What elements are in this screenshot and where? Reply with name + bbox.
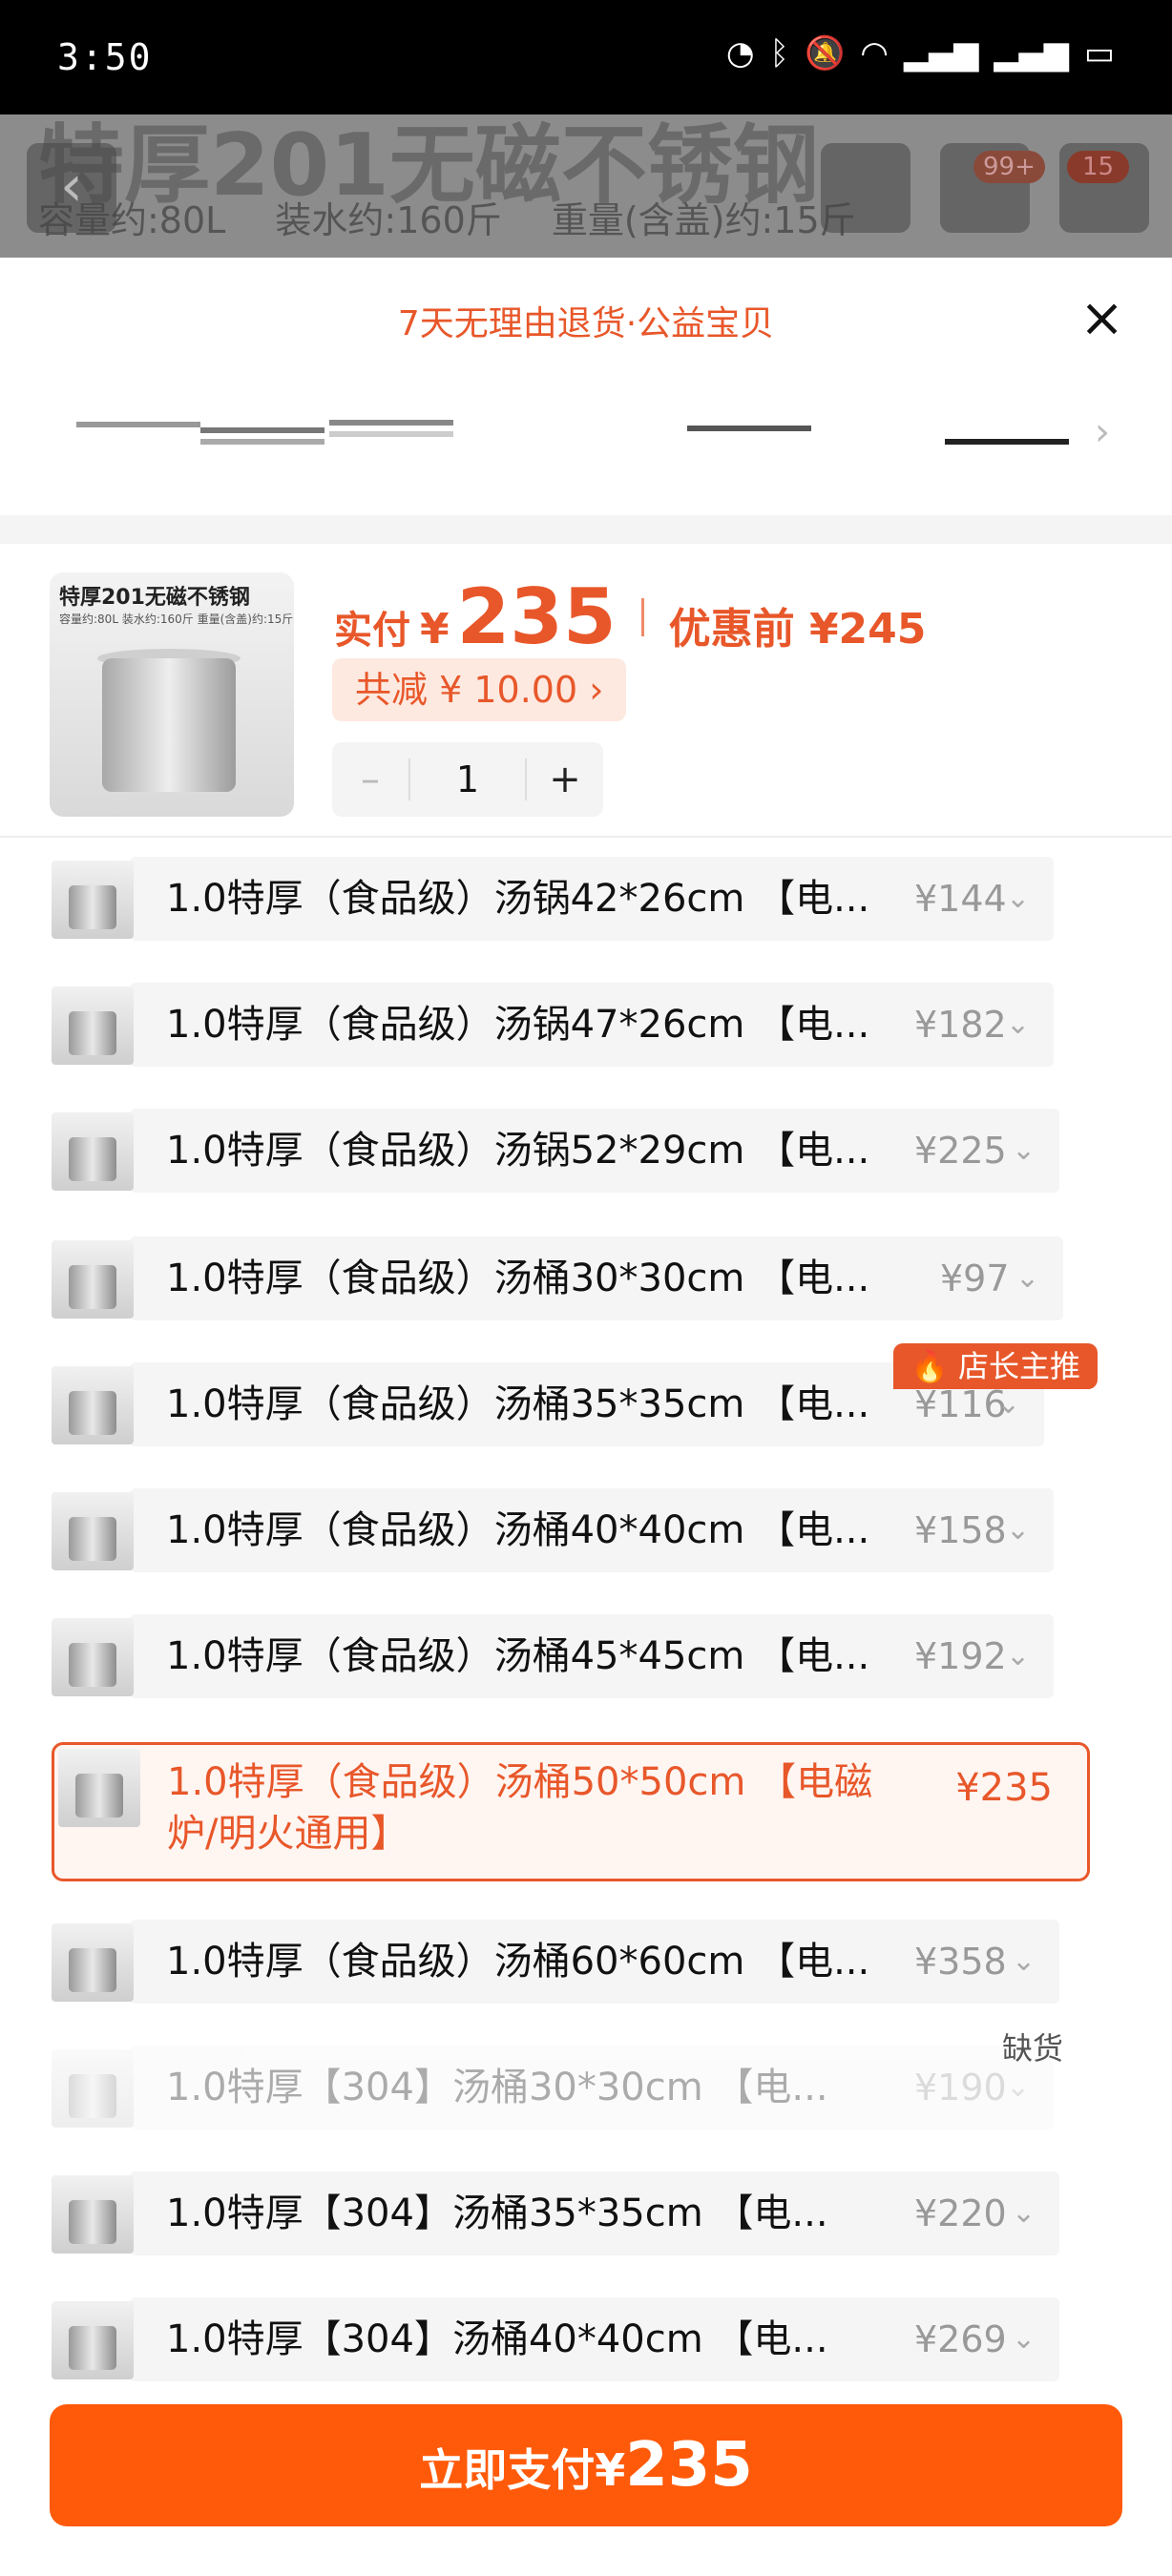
price-before-discount: 优惠前 ¥245 [668, 605, 927, 654]
sku-option-price: ¥97 [940, 1257, 1010, 1299]
chevron-down-icon: ⌄ [1015, 1261, 1040, 1295]
sku-option-thumbnail [52, 1618, 134, 1696]
sku-option[interactable]: 1.0特厚（食品级）汤锅52*29cm 【电... ¥225 ⌄ [52, 1109, 1059, 1193]
sku-option-price: ¥182 [914, 1004, 1007, 1046]
sku-option[interactable]: 1.0特厚（食品级）汤桶40*40cm 【电... ¥158 ⌄ [52, 1488, 1054, 1572]
sku-option-thumbnail [52, 1492, 134, 1570]
sku-option-thumbnail [52, 861, 134, 939]
sku-option-label: 1.0特厚【304】汤桶35*35cm 【电... [166, 2192, 828, 2235]
sku-option-thumbnail [52, 2301, 134, 2379]
sku-option-thumbnail [52, 987, 134, 1065]
chevron-down-icon: ⌄ [1006, 882, 1031, 915]
sku-option-thumbnail [52, 2049, 134, 2128]
sku-option[interactable]: 1.0特厚（食品级）汤桶60*60cm 【电... ¥358 ⌄ [52, 1920, 1059, 2004]
chevron-down-icon: ⌄ [1012, 2196, 1036, 2230]
sku-option-price: ¥358 [914, 1941, 1007, 1983]
sku-option-price: ¥144 [914, 878, 1007, 920]
shop-recommend-badge: 🔥 店长主推 [893, 1343, 1099, 1389]
sku-option-label: 1.0特厚（食品级）汤桶30*30cm 【电... [166, 1257, 870, 1300]
sku-option-label: 1.0特厚（食品级）汤桶45*45cm 【电... [166, 1634, 870, 1678]
battery-icon: ▭ [1083, 34, 1115, 73]
chevron-down-icon: ⌄ [1012, 1133, 1036, 1167]
signal-4g-icon: ▂▄▆ [903, 34, 979, 73]
quantity-input[interactable]: 1 [408, 758, 527, 800]
currency-symbol: ¥ [420, 605, 450, 654]
sku-option-thumbnail [52, 2175, 134, 2254]
chevron-down-icon: ⌄ [1006, 1639, 1031, 1672]
chevron-down-icon: ⌄ [1012, 1944, 1036, 1978]
sku-option[interactable]: 1.0特厚（食品级）汤桶45*45cm 【电... ¥192 ⌄ [52, 1614, 1054, 1698]
sku-option[interactable]: 1.0特厚（食品级）汤桶30*30cm 【电... ¥97 ⌄ [52, 1236, 1063, 1320]
chevron-right-icon[interactable]: › [1095, 410, 1110, 454]
wifi-icon: ◠ [860, 34, 889, 73]
sku-option-label: 1.0特厚（食品级）汤桶50*50cm 【电磁炉/明火通用】 [167, 1760, 873, 1856]
image-thumbnail-strip[interactable] [57, 401, 1107, 458]
signal-4g-icon-2: ▂▄▆ [994, 34, 1069, 73]
sku-option-price: ¥158 [914, 1509, 1007, 1551]
sku-option-thumbnail [58, 1749, 140, 1827]
paid-label: 实付 [334, 609, 410, 653]
back-icon: ‹ [27, 143, 116, 233]
speedometer-icon: ◔ [725, 34, 755, 73]
sku-option-price: ¥220 [914, 2192, 1007, 2234]
product-image-title: 特厚201无磁不锈钢 [59, 586, 250, 610]
sku-option-label: 1.0特厚【304】汤桶40*40cm 【电... [166, 2317, 828, 2361]
pay-now-amount: 235 [625, 2430, 753, 2501]
sku-option[interactable]: 1.0特厚【304】汤桶35*35cm 【电... ¥220 ⌄ [52, 2171, 1059, 2255]
sku-option-price: ¥192 [914, 1635, 1007, 1677]
sku-option[interactable]: 1.0特厚【304】汤桶40*40cm 【电... ¥269 ⌄ [52, 2297, 1059, 2381]
price-row: 实付 ¥ 235 优惠前 ¥245 [334, 572, 926, 661]
status-time: 3:50 [57, 36, 153, 78]
close-icon[interactable]: × [1079, 292, 1124, 345]
status-bar: 3:50 ◔ ᛒ 🔕 ◠ ▂▄▆ ▂▄▆ ▭ [0, 0, 1172, 114]
shop-recommend-label: 店长主推 [958, 1348, 1081, 1384]
sku-option[interactable]: 1.0特厚（食品级）汤锅42*26cm 【电... ¥144 ⌄ [52, 857, 1054, 941]
sku-option[interactable]: 1.0特厚（食品级）汤锅47*26cm 【电... ¥182 ⌄ [52, 983, 1054, 1067]
pay-now-label: 立即支付¥ [419, 2444, 626, 2496]
sku-option-price: ¥225 [914, 1130, 1007, 1172]
product-image-subtitle: 容量约:80L 装水约:160斤 重量(含盖)约:15斤 [59, 613, 294, 626]
promo-banner: 7天无理由退货·公益宝贝 [397, 304, 775, 343]
chevron-down-icon: ⌄ [1006, 1008, 1031, 1041]
paid-price: 235 [456, 572, 617, 661]
sku-option-selected[interactable]: 1.0特厚（食品级）汤桶50*50cm 【电磁炉/明火通用】 ¥235 [52, 1742, 1090, 1881]
sku-option-price: ¥235 [955, 1766, 1053, 1810]
sku-option-price: ¥190 [914, 2067, 1007, 2109]
sku-option-label: 1.0特厚（食品级）汤锅42*26cm 【电... [166, 877, 870, 921]
message-badge: 15 [1067, 151, 1130, 183]
product-image: 特厚201无磁不锈钢 容量约:80L 装水约:160斤 重量(含盖)约:15斤 [50, 572, 294, 817]
sku-option-label: 1.0特厚（食品级）汤锅52*29cm 【电... [166, 1129, 870, 1173]
quantity-decrease-button[interactable]: – [332, 758, 408, 801]
cart-badge: 99+ [973, 151, 1045, 183]
price-separator [640, 597, 644, 636]
sku-option-label: 1.0特厚（食品级）汤锅47*26cm 【电... [166, 1003, 870, 1047]
background-page-header: 特厚201无磁不锈钢 容量约:80L 装水约:160斤 重量(含盖)约:15斤 … [0, 114, 1172, 258]
sku-option-out-of-stock: 1.0特厚【304】汤桶30*30cm 【电... ¥190 ⌄ [52, 2046, 1054, 2129]
sku-option-thumbnail [52, 1240, 134, 1319]
sku-option-label: 1.0特厚（食品级）汤桶60*60cm 【电... [166, 1940, 870, 1984]
sku-option-label: 1.0特厚（食品级）汤桶40*40cm 【电... [166, 1508, 870, 1552]
divider [0, 836, 1172, 838]
sku-option-price: ¥269 [914, 2318, 1007, 2360]
sku-option-label: 1.0特厚（食品级）汤桶35*35cm 【电... [166, 1382, 870, 1426]
out-of-stock-badge: 缺货 [1002, 2030, 1064, 2067]
chevron-down-icon: ⌄ [1012, 2322, 1036, 2356]
share-icon [821, 143, 910, 233]
chevron-down-icon: ⌄ [1006, 1513, 1031, 1547]
bluetooth-icon: ᛒ [769, 34, 789, 73]
discount-detail-button[interactable]: 共减 ¥ 10.00 › [332, 658, 627, 721]
mute-bell-icon: 🔕 [804, 34, 846, 73]
pay-now-button[interactable]: 立即支付¥235 [50, 2404, 1122, 2526]
section-divider [0, 515, 1172, 544]
sku-option-thumbnail [52, 1923, 134, 2002]
background-subtitle: 容量约:80L 装水约:160斤 重量(含盖)约:15斤 [38, 199, 856, 241]
status-icons: ◔ ᛒ 🔕 ◠ ▂▄▆ ▂▄▆ ▭ [726, 34, 1115, 73]
quantity-increase-button[interactable]: + [527, 758, 603, 801]
sku-option-label: 1.0特厚【304】汤桶30*30cm 【电... [166, 2066, 828, 2109]
flame-icon: 🔥 [910, 1348, 949, 1384]
sku-option-thumbnail [52, 1112, 134, 1191]
quantity-stepper: – 1 + [332, 742, 603, 817]
pot-shape [102, 658, 236, 792]
sku-option-thumbnail [52, 1366, 134, 1444]
